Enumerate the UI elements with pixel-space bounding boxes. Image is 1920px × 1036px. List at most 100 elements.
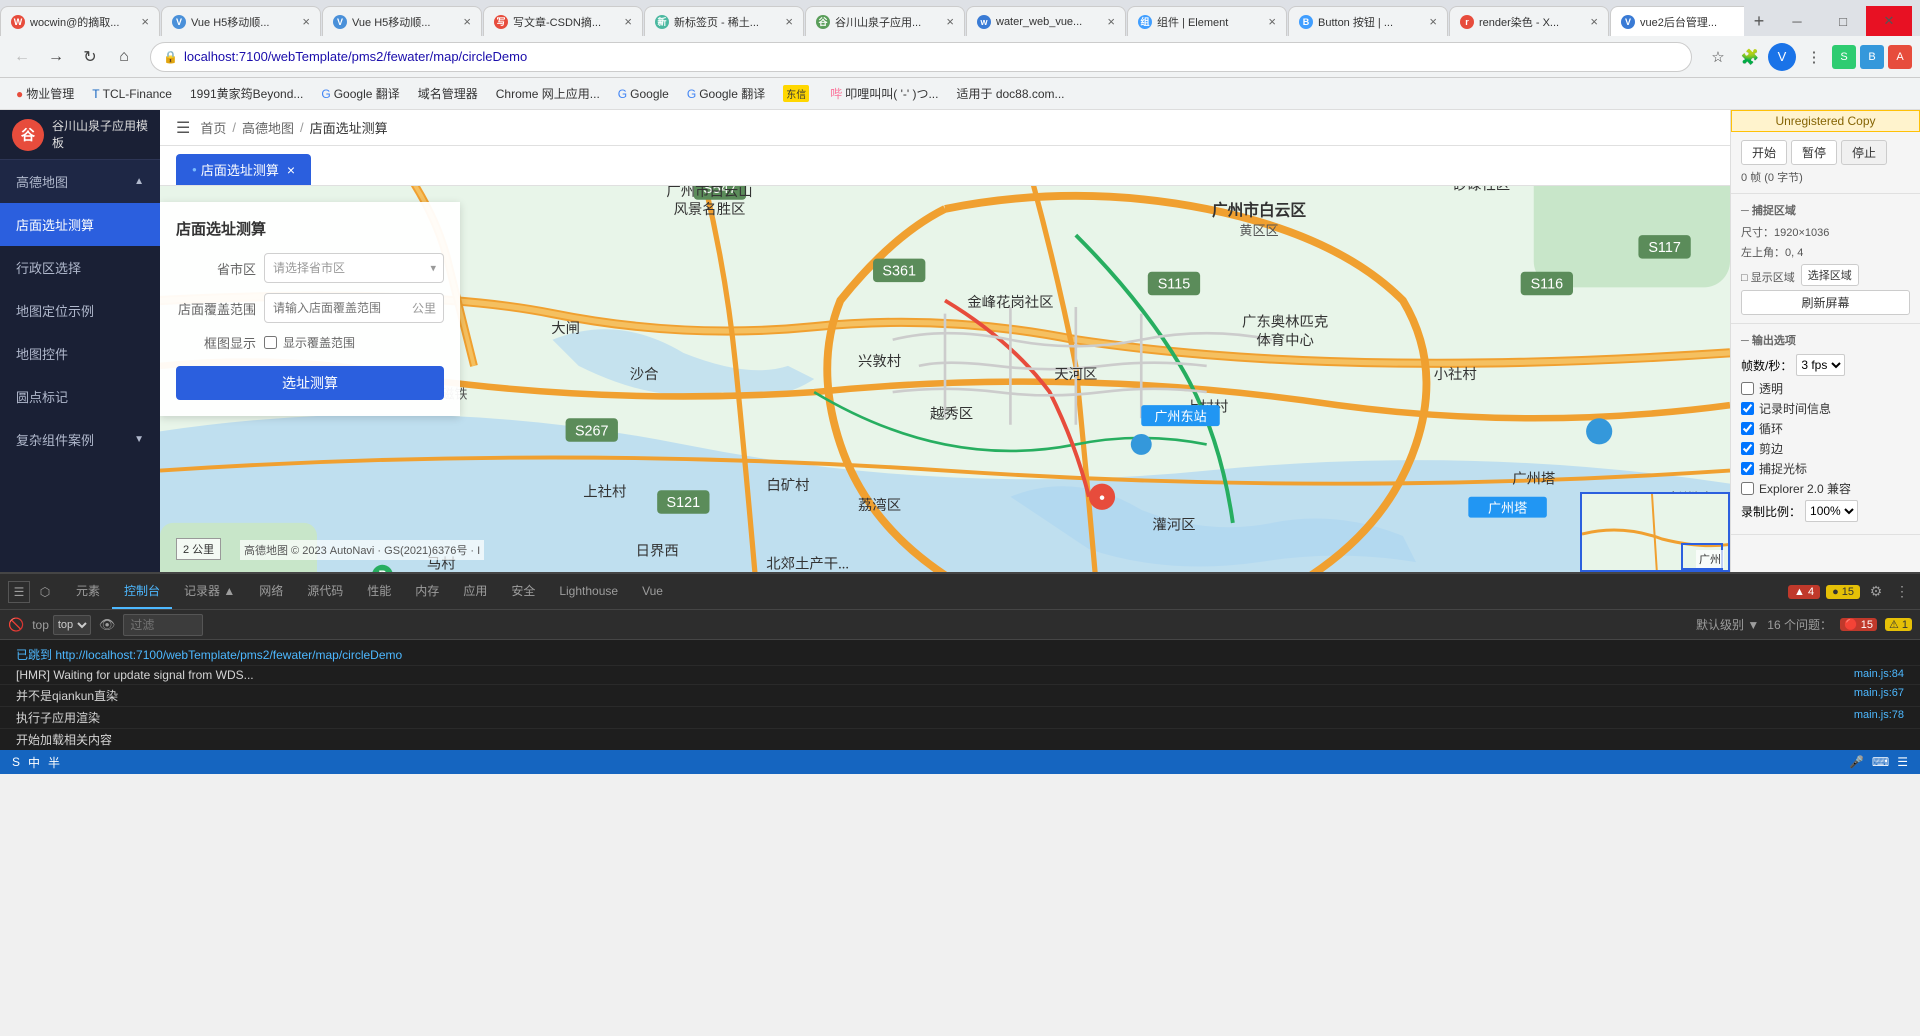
bookmark-chrome-store[interactable]: Chrome 网上应用...: [488, 82, 608, 105]
sidebar-item-control[interactable]: 地图控件: [0, 332, 160, 375]
tab-close-icon[interactable]: ×: [785, 15, 793, 28]
browser-tab-t3[interactable]: V Vue H5移动顺... ×: [322, 6, 482, 36]
tab-close-icon[interactable]: ×: [1429, 15, 1437, 28]
console-link[interactable]: http://localhost:7100/webTemplate/pms2/f…: [55, 648, 402, 662]
tab-close-icon[interactable]: ×: [302, 15, 310, 28]
bookmark-google-translate2[interactable]: G Google 翻译: [679, 82, 773, 105]
explorer-checkbox[interactable]: [1741, 482, 1754, 495]
ext-icon-3[interactable]: A: [1888, 45, 1912, 69]
refresh-button[interactable]: 刷新屏幕: [1741, 290, 1910, 315]
bookmark-tcl[interactable]: T TCL-Finance: [84, 84, 180, 104]
reload-button[interactable]: ↻: [76, 43, 104, 71]
svg-text:砂碌社区: 砂碌社区: [1453, 186, 1511, 193]
devtools-tab-vue[interactable]: Vue: [630, 576, 675, 608]
tab-close-icon[interactable]: ×: [463, 15, 471, 28]
browser-tab-t6[interactable]: 谷 谷川山泉子应用... ×: [805, 6, 965, 36]
show-coverage-checkbox[interactable]: [264, 336, 277, 349]
sidebar-item-district[interactable]: 行政区选择: [0, 246, 160, 289]
devtools-tab-application[interactable]: 应用: [451, 574, 499, 609]
address-bar[interactable]: 🔒 localhost:7100/webTemplate/pms2/fewate…: [150, 42, 1692, 72]
console-filter-input[interactable]: [123, 614, 203, 636]
loop-checkbox[interactable]: [1741, 422, 1754, 435]
devtools-tab-elements[interactable]: 元素: [64, 574, 112, 609]
devtools-tab-performance[interactable]: 性能: [355, 574, 403, 609]
province-select[interactable]: 请选择省市区: [264, 253, 444, 283]
bookmark-domain[interactable]: 域名管理器: [410, 82, 486, 105]
new-tab-button[interactable]: +: [1744, 6, 1774, 36]
record-time-checkbox[interactable]: [1741, 402, 1754, 415]
settings-button[interactable]: ⋮: [1800, 43, 1828, 71]
bookmark-1991[interactable]: 1991黄家筠Beyond...: [182, 82, 311, 105]
select-area-button[interactable]: 选择区域: [1801, 264, 1859, 286]
bookmark-bilibili[interactable]: 哔 叩哩叫叫( '-' )つ...: [822, 82, 946, 105]
browser-tab-t7[interactable]: w water_web_vue... ×: [966, 6, 1126, 36]
ext-icon-2[interactable]: B: [1860, 45, 1884, 69]
unregistered-copy: Unregistered Copy: [1731, 110, 1920, 132]
devtools-tab-network[interactable]: 网络: [247, 574, 295, 609]
scale-select[interactable]: 100%: [1805, 500, 1858, 522]
tab-close-icon[interactable]: ×: [1107, 15, 1115, 28]
browser-tab-t10[interactable]: r render染色 - X... ×: [1449, 6, 1609, 36]
browser-tab-t2[interactable]: V Vue H5移动顺... ×: [161, 6, 321, 36]
more-icon[interactable]: ⋮: [1892, 582, 1912, 602]
home-button[interactable]: ⌂: [110, 43, 138, 71]
sidebar-item-marker[interactable]: 圆点标记: [0, 375, 160, 418]
bookmark-dongxin[interactable]: 东信: [775, 82, 820, 105]
stop-button[interactable]: 停止: [1841, 140, 1887, 165]
profile-button[interactable]: V: [1768, 43, 1796, 71]
logo-text: 谷川山泉子应用模板: [52, 118, 148, 152]
start-button[interactable]: 开始: [1741, 140, 1787, 165]
back-button[interactable]: ←: [8, 43, 36, 71]
browser-tab-t4[interactable]: 写 写文章-CSDN摘... ×: [483, 6, 643, 36]
breadcrumb-home[interactable]: 首页: [200, 118, 226, 137]
bookmark-property[interactable]: ● 物业管理: [8, 82, 82, 105]
sidebar-item-location[interactable]: 地图定位示例: [0, 289, 160, 332]
devtools-tab-console[interactable]: 控制台: [112, 574, 172, 609]
browser-tab-t9[interactable]: B Button 按钮 | ... ×: [1288, 6, 1448, 36]
devtools-toggle-icon[interactable]: ☰: [8, 581, 30, 603]
transparent-checkbox[interactable]: [1741, 382, 1754, 395]
fps-select[interactable]: 3 fps: [1796, 354, 1845, 376]
close-button[interactable]: ✕: [1866, 6, 1912, 36]
devtools-tab-recorder[interactable]: 记录器 ▲: [172, 574, 247, 609]
menu-icon[interactable]: ☰: [176, 118, 190, 138]
sidebar-item-store-calc[interactable]: 店面选址测算: [0, 203, 160, 246]
sidebar-item-gaode[interactable]: 高德地图 ▲: [0, 160, 160, 203]
devtools-tab-sources[interactable]: 源代码: [295, 574, 355, 609]
context-select[interactable]: top: [53, 615, 91, 635]
devtools-tab-lighthouse[interactable]: Lighthouse: [547, 576, 630, 608]
bookmark-doc88[interactable]: 适用于 doc88.com...: [948, 82, 1072, 105]
bookmark-google[interactable]: G Google: [610, 84, 677, 104]
bookmark-star-button[interactable]: ☆: [1704, 43, 1732, 71]
tab-close-icon[interactable]: ×: [141, 15, 149, 28]
submit-button[interactable]: 选址测算: [176, 366, 444, 400]
page-tab-store-calc[interactable]: ● 店面选址测算 ×: [176, 154, 311, 185]
eye-icon[interactable]: 👁: [99, 617, 116, 633]
devtools-tab-memory[interactable]: 内存: [403, 574, 451, 609]
devtools-tab-security[interactable]: 安全: [499, 574, 547, 609]
browser-tab-t11[interactable]: V vue2后台管理... ×: [1610, 6, 1744, 36]
browser-tab-t5[interactable]: 新 新标签页 - 稀土... ×: [644, 6, 804, 36]
tab-close-icon[interactable]: ×: [1268, 15, 1276, 28]
extension-puzzle-button[interactable]: 🧩: [1736, 43, 1764, 71]
maximize-button[interactable]: □: [1820, 6, 1866, 36]
console-clear-button[interactable]: 🚫: [8, 617, 24, 633]
cursor-checkbox[interactable]: [1741, 462, 1754, 475]
forward-button[interactable]: →: [42, 43, 70, 71]
breadcrumb-gaode[interactable]: 高德地图: [242, 118, 294, 137]
bookmark-google-translate[interactable]: G Google 翻译: [313, 82, 407, 105]
tab-close-icon[interactable]: ×: [946, 15, 954, 28]
pause-button[interactable]: 暂停: [1791, 140, 1837, 165]
tab-close-icon[interactable]: ×: [1590, 15, 1598, 28]
browser-tab-t8[interactable]: 组 组件 | Element ×: [1127, 6, 1287, 36]
settings-icon[interactable]: ⚙: [1866, 582, 1886, 602]
tab-close-icon[interactable]: ×: [287, 162, 295, 178]
sidebar-item-complex[interactable]: 复杂组件案例 ▼: [0, 418, 160, 461]
map-background[interactable]: S547 S361 S115 S116 S117 S267 S121 S11: [160, 186, 1730, 572]
devtools-inspect-icon[interactable]: ⬡: [34, 581, 56, 603]
ext-icon-1[interactable]: S: [1832, 45, 1856, 69]
minimize-button[interactable]: ─: [1774, 6, 1820, 36]
tab-close-icon[interactable]: ×: [624, 15, 632, 28]
border-checkbox[interactable]: [1741, 442, 1754, 455]
browser-tab-t1[interactable]: W wocwin@的摘取... ×: [0, 6, 160, 36]
